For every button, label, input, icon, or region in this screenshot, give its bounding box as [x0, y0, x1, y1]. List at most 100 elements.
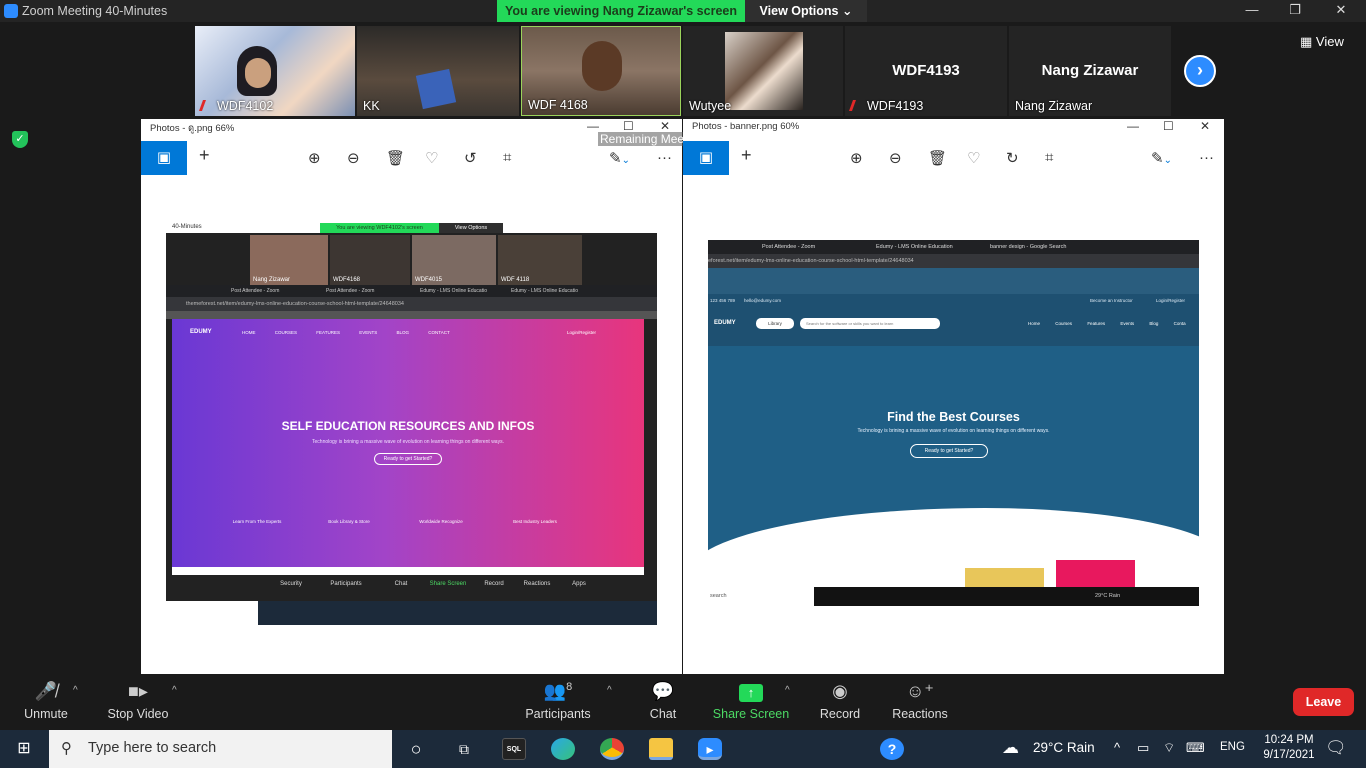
clock-date: 9/17/2021 [1263, 749, 1315, 761]
zoom-in-icon[interactable]: ⊕ [850, 149, 863, 167]
leave-button[interactable]: Leave [1293, 688, 1354, 716]
network-icon[interactable]: ⌔ [1163, 740, 1175, 756]
more-icon[interactable]: ··· [1199, 149, 1214, 166]
unmute-button[interactable]: 🎤̸ Unmute [18, 681, 74, 721]
close-icon[interactable]: ✕ [1200, 119, 1210, 133]
muted-mic-icon [198, 100, 213, 111]
participants-label: Participants [525, 707, 591, 721]
close-icon[interactable]: ✕ [1327, 2, 1355, 20]
view-button[interactable]: ▦ View [1300, 34, 1344, 50]
help-icon[interactable]: ? [880, 738, 904, 760]
shot-thumb: WDF4015 [412, 235, 496, 285]
photos-window-right: Photos - banner.png 60% — ☐ ✕ ▣ + ⊕ ⊖ 🗑 … [683, 119, 1224, 674]
windows-start-icon[interactable]: ⊞ [0, 730, 48, 768]
unmute-label: Unmute [24, 707, 68, 721]
task-view-icon[interactable]: ⧉ [452, 738, 476, 760]
shot-thumb-name: WDF 4118 [501, 277, 530, 283]
video-options-caret-icon[interactable]: ^ [172, 685, 177, 696]
maximize-icon[interactable]: ☐ [1163, 119, 1174, 133]
heart-icon[interactable]: ♡ [425, 149, 438, 167]
shot-url: themeforest.net/item/edumy-lms-online-ed… [186, 301, 404, 307]
show-hidden-icons-icon[interactable]: ^ [1114, 740, 1120, 755]
cortana-icon[interactable]: ○ [404, 738, 428, 760]
next-page-arrow-icon[interactable]: › [1184, 55, 1216, 87]
image-icon[interactable]: ▣ [683, 141, 729, 175]
record-button[interactable]: ◉ Record [816, 681, 864, 721]
reactions-button[interactable]: ☺⁺ Reactions [890, 681, 950, 721]
participants-options-caret-icon[interactable]: ^ [607, 685, 612, 696]
participant-tile-active-speaker[interactable]: WDF 4168 [521, 26, 681, 116]
file-explorer-icon[interactable] [649, 738, 673, 760]
book-image [415, 68, 457, 110]
more-icon[interactable]: ··· [657, 149, 672, 166]
battery-icon[interactable]: ▭ [1137, 740, 1149, 756]
heart-icon[interactable]: ♡ [967, 149, 980, 167]
minimize-icon[interactable]: — [587, 119, 599, 133]
view-options-button[interactable]: View Options ⌄ [745, 0, 867, 22]
zoom-out-icon[interactable]: ⊖ [347, 149, 360, 167]
participants-button[interactable]: 👥8 Participants [524, 681, 592, 721]
security-shield-icon[interactable]: ✓ [12, 131, 28, 148]
shot-control: Chat [394, 581, 408, 587]
shot-hero-subtitle: Technology is brining a massive wave of … [857, 428, 1050, 434]
crop-icon[interactable]: ⌗ [503, 149, 511, 166]
delete-icon[interactable]: 🗑 [386, 149, 405, 167]
share-options-caret-icon[interactable]: ^ [785, 685, 790, 696]
participant-tile[interactable]: WDF4102 [195, 26, 355, 116]
rotate-icon[interactable]: ↺ [464, 149, 477, 167]
add-icon[interactable]: + [199, 145, 210, 166]
participant-name: WDF4193 [867, 99, 924, 113]
language-indicator[interactable]: ENG [1220, 741, 1245, 753]
image-icon[interactable]: ▣ [141, 141, 187, 175]
smiley-plus-icon: ☺⁺ [906, 681, 934, 701]
audio-options-caret-icon[interactable]: ^ [73, 685, 78, 696]
shot-nav-item: Events [1120, 321, 1135, 326]
minimize-icon[interactable]: — [1238, 2, 1266, 20]
shot-cta-button: Ready to get Started? [910, 444, 988, 458]
taskbar-clock[interactable]: 10:24 PM 9/17/2021 [1249, 733, 1329, 763]
participant-tile[interactable]: Nang Zizawar Nang Zizawar [1009, 26, 1171, 116]
shot-header: 123 456 789 hello@edumy.com Become an In… [708, 294, 1199, 346]
zoom-app-icon[interactable]: ▸ [698, 738, 722, 760]
view-options-label: View Options [759, 4, 839, 18]
restore-icon[interactable]: ❐ [1281, 2, 1309, 20]
viewing-screen-banner: You are viewing Nang Zizawar's screen [497, 0, 745, 22]
taskbar-weather[interactable]: 29°C Rain [1033, 740, 1095, 755]
shot-library-button: Library [756, 318, 794, 329]
shot-feature: Worldwide Recognize [419, 519, 463, 524]
participant-tile[interactable]: Wutyee [683, 26, 843, 116]
taskbar-search-box[interactable]: ⚲ Type here to search [49, 730, 392, 768]
shot-nav-item: HOME [242, 330, 256, 335]
add-icon[interactable]: + [741, 145, 752, 166]
crop-icon[interactable]: ⌗ [1045, 149, 1053, 166]
rotate-icon[interactable]: ↻ [1006, 149, 1019, 167]
shot-instructor-link: Become an Instructor [1090, 298, 1133, 303]
shot-hero-subtitle: Technology is brining a massive wave of … [312, 439, 504, 445]
shot-thumb: WDF4168 [330, 235, 410, 285]
participant-tile[interactable]: KK [357, 26, 519, 116]
delete-icon[interactable]: 🗑 [928, 149, 947, 167]
edge-browser-icon[interactable] [551, 738, 575, 760]
participant-tile[interactable]: WDF4193 WDF4193 [845, 26, 1007, 116]
edit-icon[interactable]: ✎⌄ [609, 149, 630, 167]
chrome-browser-icon[interactable] [600, 738, 624, 760]
stop-video-button[interactable]: ■▸ Stop Video [104, 681, 172, 721]
chat-button[interactable]: 💬 Chat [640, 681, 686, 721]
edit-icon[interactable]: ✎⌄ [1151, 149, 1172, 167]
shot-topbar [708, 268, 1199, 294]
zoom-out-icon[interactable]: ⊖ [889, 149, 902, 167]
close-icon[interactable]: ✕ [660, 119, 670, 133]
shot-taskbar: search 29°C Rain [708, 587, 1199, 606]
zoom-in-icon[interactable]: ⊕ [308, 149, 321, 167]
shot-nav: HOME COURSES FEATURES EVENTS BLOG CONTAC… [242, 330, 450, 335]
participant-face [245, 58, 271, 88]
keyboard-icon[interactable]: ⌨ [1186, 740, 1205, 756]
notifications-icon[interactable]: 🗨 [1325, 738, 1347, 758]
weather-cloud-icon[interactable]: ☁ [1002, 738, 1019, 758]
shot-control: Share Screen [429, 581, 467, 587]
mysql-workbench-icon[interactable]: SQL [502, 738, 526, 760]
shot-tab: Post Attendee - Zoom [762, 244, 816, 250]
maximize-icon[interactable]: ☐ [623, 119, 634, 133]
minimize-icon[interactable]: — [1127, 119, 1139, 133]
share-screen-button[interactable]: ↑ Share Screen [712, 681, 790, 721]
